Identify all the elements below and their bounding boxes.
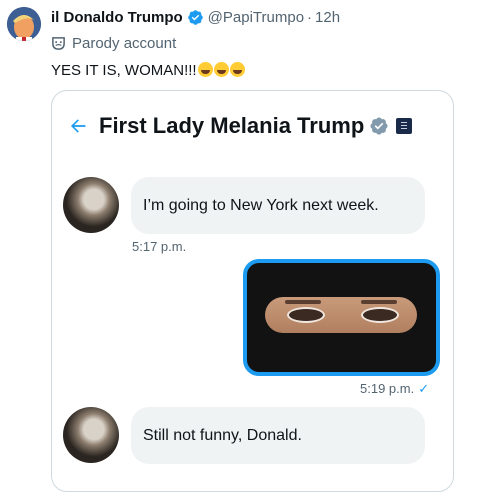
laughing-emoji-icon [213,62,229,77]
tweet-header: il Donaldo Trumpo @PapiTrumpo · 12h [51,9,340,26]
author-name[interactable]: il Donaldo Trumpo [51,9,183,26]
dm-screenshot-card[interactable]: First Lady Melania Trump I’m going to Ne… [51,90,454,492]
laughing-emoji-icon [197,62,213,77]
message-bubble-received: I’m going to New York next week. [131,177,425,234]
message-image-sent[interactable] [243,259,440,376]
message-text: Still not funny, Donald. [143,426,302,444]
contact-avatar[interactable] [63,407,119,463]
eye-left [287,307,325,323]
eyebrow-right [361,300,397,304]
trump-face-icon [7,7,41,41]
verified-badge-icon [187,10,203,25]
government-flag-icon [396,118,413,134]
message-timestamp: 5:19 p.m. ✓ [360,381,429,397]
theater-mask-icon [52,37,65,50]
read-checkmark-icon: ✓ [418,381,430,396]
eyebrow-left [285,300,321,304]
parody-text: Parody account [72,35,177,52]
contact-avatar[interactable] [63,177,119,233]
sent-time: 5:19 p.m. [360,381,415,396]
dm-header: First Lady Melania Trump [68,113,413,139]
verified-government-badge-icon [370,117,388,135]
eye-right [361,307,399,323]
dm-contact-name: First Lady Melania Trump [99,113,365,138]
back-arrow-icon[interactable] [68,116,88,136]
author-handle[interactable]: @PapiTrumpo [208,9,304,26]
tweet-body: YES IT IS, WOMAN!!! [51,62,197,79]
separator-dot: · [307,9,313,26]
laughing-emoji-icon [229,62,245,77]
tweet-time[interactable]: 12h [315,9,340,26]
message-text: I’m going to New York next week. [143,196,379,214]
message-bubble-received: Still not funny, Donald. [131,407,425,464]
parody-label: Parody account [51,35,176,52]
message-timestamp: 5:17 p.m. [132,239,187,254]
author-avatar[interactable] [7,7,41,41]
tweet-text: YES IT IS, WOMAN!!! [51,62,245,79]
niqab-eye-opening [265,297,417,333]
